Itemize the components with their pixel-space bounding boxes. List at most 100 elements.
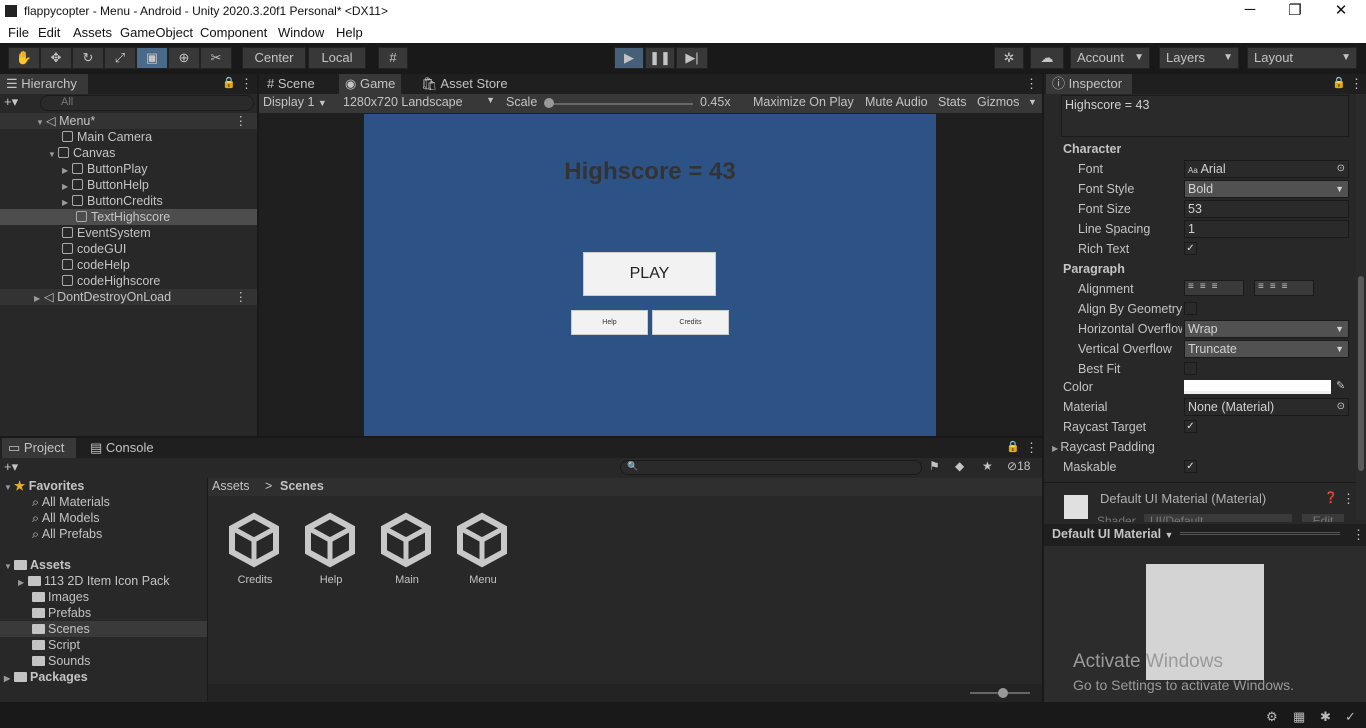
gizmos-toggle[interactable]: Gizmos <box>977 95 1019 109</box>
rich-text-checkbox[interactable]: ✓ <box>1184 242 1197 255</box>
line-spacing-field[interactable]: 1 <box>1184 220 1349 238</box>
display-dropdown[interactable]: Display 1 ▼ <box>263 95 337 109</box>
play-game-button[interactable]: PLAY <box>583 252 716 296</box>
maximize-on-play-toggle[interactable]: Maximize On Play <box>753 95 854 109</box>
more-menu-icon[interactable]: ⋮ <box>1350 76 1363 92</box>
menu-assets[interactable]: Assets <box>73 25 112 40</box>
hierarchy-item-eventsystem[interactable]: EventSystem <box>62 225 151 241</box>
layers-dropdown[interactable]: Layers ▼ <box>1159 47 1239 69</box>
icon-size-slider-handle[interactable] <box>998 688 1008 698</box>
vertical-alignment-buttons[interactable]: ≡≡≡ <box>1254 280 1314 296</box>
pause-button[interactable]: ❚❚ <box>645 47 675 69</box>
hierarchy-item-codehighscore[interactable]: codeHighscore <box>62 273 160 289</box>
maskable-checkbox[interactable]: ✓ <box>1184 460 1197 473</box>
rotate-tool-icon[interactable]: ↻ <box>72 47 104 69</box>
tab-hierarchy[interactable]: ☰ Hierarchy <box>0 74 88 94</box>
favorite-all-materials[interactable]: ⌕ All Materials <box>32 494 110 510</box>
menu-help[interactable]: Help <box>336 25 363 40</box>
folder-item-icon-pack[interactable]: ▶ 113 2D Item Icon Pack <box>18 573 170 589</box>
custom-tool-icon[interactable]: ✂ <box>200 47 232 69</box>
grid-snap-icon[interactable]: # <box>378 47 408 69</box>
breadcrumb-assets[interactable]: Assets <box>212 479 250 493</box>
color-swatch[interactable] <box>1184 380 1331 394</box>
lock-icon[interactable]: 🔒 <box>1006 440 1020 453</box>
scale-slider-handle[interactable] <box>544 98 554 108</box>
mute-audio-toggle[interactable]: Mute Audio <box>865 95 928 109</box>
inspector-scrollbar[interactable] <box>1356 94 1366 520</box>
auto-generate-lighting-icon[interactable]: ✓ <box>1345 709 1356 725</box>
move-tool-icon[interactable]: ✥ <box>40 47 72 69</box>
hierarchy-search-input[interactable]: All <box>40 95 254 111</box>
search-by-label-icon[interactable]: ◆ <box>955 459 964 473</box>
menu-file[interactable]: File <box>8 25 29 40</box>
hierarchy-item-buttonhelp[interactable]: ▶ ButtonHelp <box>62 177 149 193</box>
gizmos-dropdown-icon[interactable]: ▼ <box>1028 97 1037 107</box>
scene-asset-menu[interactable]: Menu <box>454 512 512 590</box>
pivot-local-toggle[interactable]: Local <box>308 47 366 69</box>
preview-resize-handle[interactable] <box>1180 532 1340 535</box>
packages-root-item[interactable]: ▶ Packages <box>4 669 88 685</box>
transform-tool-icon[interactable]: ⊕ <box>168 47 200 69</box>
folder-item-script[interactable]: Script <box>32 637 80 653</box>
hierarchy-item-codehelp[interactable]: codeHelp <box>62 257 130 273</box>
resolution-dropdown[interactable]: 1280x720 Landscape ▼ <box>343 95 497 109</box>
minimize-button[interactable]: ─ <box>1240 1 1260 18</box>
tab-scene[interactable]: # Scene <box>261 74 321 94</box>
pivot-center-toggle[interactable]: Center <box>242 47 306 69</box>
stats-toggle[interactable]: Stats <box>938 95 967 109</box>
game-viewport[interactable]: Highscore = 43 PLAY Help Credits <box>364 114 936 436</box>
help-icon[interactable]: ❓ <box>1324 491 1338 504</box>
menu-edit[interactable]: Edit <box>38 25 60 40</box>
font-size-field[interactable]: 53 <box>1184 200 1349 218</box>
close-button[interactable]: ✕ <box>1331 1 1351 19</box>
credits-game-button[interactable]: Credits <box>652 310 729 335</box>
scale-tool-icon[interactable]: ⤢ <box>104 47 136 69</box>
menu-gameobject[interactable]: GameObject <box>120 25 193 40</box>
more-menu-icon[interactable]: ⋮ <box>240 76 253 92</box>
scene-asset-credits[interactable]: Credits <box>226 512 284 590</box>
tab-console[interactable]: ▤ Console <box>84 438 160 458</box>
hierarchy-item-codegui[interactable]: codeGUI <box>62 241 126 257</box>
account-dropdown[interactable]: Account ▼ <box>1070 47 1150 69</box>
project-search-input[interactable]: 🔍 <box>620 460 922 475</box>
favorite-all-prefabs[interactable]: ⌕ All Prefabs <box>32 526 102 542</box>
layout-dropdown[interactable]: Layout ▼ <box>1247 47 1357 69</box>
progress-icon[interactable]: ⚙ <box>1266 709 1278 725</box>
shader-edit-button[interactable]: Edit <box>1302 514 1344 522</box>
menu-component[interactable]: Component <box>200 25 267 40</box>
more-menu-icon[interactable]: ⋮ <box>1025 440 1038 456</box>
best-fit-checkbox[interactable] <box>1184 362 1197 375</box>
search-by-type-icon[interactable]: ⚑ <box>929 459 940 473</box>
vertical-overflow-dropdown[interactable]: Truncate ▼ <box>1184 340 1349 358</box>
hierarchy-item-main-camera[interactable]: Main Camera <box>62 129 152 145</box>
font-style-dropdown[interactable]: Bold ▼ <box>1184 180 1349 198</box>
font-field[interactable]: Aa Arial ⊙ <box>1184 160 1349 178</box>
cloud-icon[interactable]: ☁ <box>1030 47 1064 69</box>
hand-tool-icon[interactable]: ✋ <box>8 47 40 69</box>
hierarchy-item-dontdestroyonload[interactable]: ▶ ◁ DontDestroyOnLoad ⋮ <box>0 289 257 305</box>
text-content-field[interactable]: Highscore = 43 <box>1061 95 1349 137</box>
horizontal-overflow-dropdown[interactable]: Wrap ▼ <box>1184 320 1349 338</box>
rect-tool-icon[interactable]: ▣ <box>136 47 168 69</box>
horizontal-alignment-buttons[interactable]: ≡≡≡ <box>1184 280 1244 296</box>
raycast-target-checkbox[interactable]: ✓ <box>1184 420 1197 433</box>
raycast-padding-foldout[interactable]: ▶ Raycast Padding <box>1052 440 1182 454</box>
folder-item-scenes[interactable]: Scenes <box>0 621 207 637</box>
material-field[interactable]: None (Material) ⊙ <box>1184 398 1349 416</box>
tab-game[interactable]: ◉ Game <box>339 74 402 94</box>
debug-icon[interactable]: ✱ <box>1320 709 1331 725</box>
lock-icon[interactable]: 🔒 <box>1332 76 1346 89</box>
favorite-search-icon[interactable]: ★ <box>982 459 993 473</box>
eyedropper-icon[interactable]: ✎ <box>1336 379 1345 392</box>
tab-asset-store[interactable]: 🛍 Asset Store <box>415 74 514 94</box>
breadcrumb-scenes[interactable]: Scenes <box>280 479 324 493</box>
favorite-all-models[interactable]: ⌕ All Models <box>32 510 99 526</box>
step-button[interactable]: ▶| <box>676 47 708 69</box>
hierarchy-item-canvas[interactable]: ▼ Canvas <box>48 145 115 161</box>
favorites-item[interactable]: ▼ ★ Favorites <box>4 478 84 494</box>
add-object-button[interactable]: +▾ <box>4 94 34 112</box>
shader-dropdown[interactable]: UI/Default <box>1144 514 1292 522</box>
create-asset-button[interactable]: +▾ <box>4 459 18 475</box>
scale-slider[interactable] <box>549 103 693 105</box>
maximize-button[interactable]: ❐ <box>1285 1 1305 19</box>
